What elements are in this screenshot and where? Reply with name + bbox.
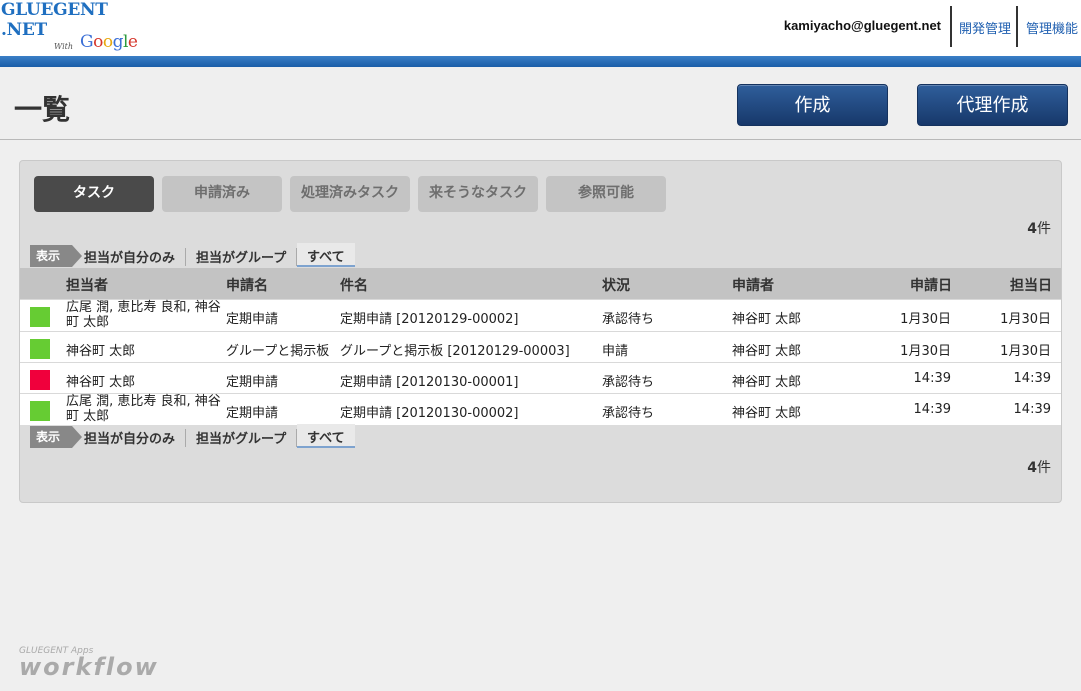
admin-link[interactable]: 管理機能 bbox=[1026, 18, 1078, 37]
workflow-logo: GLUEGENT Apps workflow bbox=[19, 646, 159, 681]
count-unit: 件 bbox=[1037, 460, 1051, 476]
google-logo-letter: o bbox=[93, 32, 103, 52]
dev-admin-link[interactable]: 開発管理 bbox=[959, 18, 1011, 37]
cell-app-name: 定期申請 bbox=[226, 312, 279, 327]
filter-group[interactable]: 担当がグループ bbox=[196, 247, 286, 266]
cell-assignee: 広尾 潤, 恵比寿 良和, 神谷町 太郎 bbox=[66, 394, 221, 424]
filter-label: 表示 bbox=[30, 245, 82, 267]
filter-bar-top: 表示 担当が自分のみ 担当がグループ すべて bbox=[30, 243, 1060, 267]
header-accent-bar bbox=[0, 56, 1081, 67]
page-title: 一覧 bbox=[14, 93, 71, 126]
cell-applicant: 神谷町 太郎 bbox=[732, 312, 802, 327]
col-subject[interactable]: 件名 bbox=[340, 275, 368, 295]
cell-status: 申請 bbox=[602, 344, 629, 359]
top-bar: GLUEGENT .NET With Google Google kamiyac… bbox=[0, 0, 1081, 56]
google-logo-letter: G bbox=[80, 32, 94, 52]
item-count: 4件 bbox=[1027, 457, 1051, 477]
cell-assigned-date: 1月30日 bbox=[1000, 312, 1051, 327]
tab-upcoming[interactable]: 来そうなタスク bbox=[418, 176, 538, 212]
table-row[interactable]: 広尾 潤, 恵比寿 良和, 神谷町 太郎 定期申請 定期申請 [20120130-0… bbox=[20, 393, 1061, 425]
cell-applicant: 神谷町 太郎 bbox=[732, 375, 802, 390]
user-email: kamiyacho@gluegent.net bbox=[783, 18, 941, 33]
filter-divider bbox=[185, 248, 186, 266]
filter-mine[interactable]: 担当が自分のみ bbox=[84, 247, 175, 266]
gluegent-logo[interactable]: GLUEGENT .NET With Google Google bbox=[1, 0, 141, 56]
google-logo-letter: g bbox=[112, 32, 124, 52]
footer-logo-big: workflow bbox=[19, 653, 159, 681]
cell-status: 承認待ち bbox=[602, 312, 655, 327]
tab-processed[interactable]: 処理済みタスク bbox=[290, 176, 410, 212]
tab-viewable[interactable]: 参照可能 bbox=[546, 176, 666, 212]
col-assignee[interactable]: 担当者 bbox=[66, 275, 108, 295]
status-indicator bbox=[30, 339, 50, 359]
task-panel: タスク 申請済み 処理済みタスク 来そうなタスク 参照可能 4件 表示 担当が自… bbox=[19, 160, 1062, 503]
create-button[interactable]: 作成 bbox=[737, 84, 888, 126]
col-status[interactable]: 状況 bbox=[602, 275, 630, 295]
status-indicator bbox=[30, 370, 50, 390]
divider bbox=[0, 139, 1081, 140]
cell-applicant: 神谷町 太郎 bbox=[732, 406, 802, 421]
table-row[interactable]: 広尾 潤, 恵比寿 良和, 神谷町 太郎 定期申請 定期申請 [20120129-0… bbox=[20, 299, 1061, 331]
header-divider bbox=[1016, 6, 1018, 47]
cell-applied-date: 1月30日 bbox=[900, 344, 951, 359]
cell-app-name: 定期申請 bbox=[226, 406, 279, 421]
header-divider bbox=[950, 6, 952, 47]
filter-all[interactable]: すべて bbox=[297, 243, 355, 267]
google-logo-letter: o bbox=[102, 32, 113, 52]
count-unit: 件 bbox=[1037, 221, 1051, 237]
cell-app-name: グループと掲示板 bbox=[226, 344, 330, 359]
cell-applied-date: 1月30日 bbox=[900, 312, 951, 327]
cell-assigned-date: 14:39 bbox=[1013, 371, 1051, 386]
status-indicator bbox=[30, 307, 50, 327]
col-assigned-date[interactable]: 担当日 bbox=[1010, 275, 1052, 295]
filter-bar-bottom: 表示 担当が自分のみ 担当がグループ すべて bbox=[30, 424, 1060, 448]
task-table: 担当者 申請名 件名 状況 申請者 申請日 担当日 広尾 潤, 恵比寿 良和, … bbox=[20, 268, 1061, 425]
cell-assignee: 広尾 潤, 恵比寿 良和, 神谷町 太郎 bbox=[66, 300, 221, 330]
cell-applied-date: 14:39 bbox=[913, 371, 951, 386]
cell-status: 承認待ち bbox=[602, 406, 655, 421]
status-indicator bbox=[30, 401, 50, 421]
item-count: 4件 bbox=[1027, 218, 1051, 238]
cell-status: 承認待ち bbox=[602, 375, 655, 390]
cell-assignee: 神谷町 太郎 bbox=[66, 344, 136, 359]
table-row[interactable]: 神谷町 太郎 グループと掲示板 グループと掲示板 [20120129-00003] 申… bbox=[20, 331, 1061, 362]
cell-subject[interactable]: グループと掲示板 [20120129-00003] bbox=[340, 340, 570, 359]
filter-mine[interactable]: 担当が自分のみ bbox=[84, 428, 175, 447]
proxy-create-button[interactable]: 代理作成 bbox=[917, 84, 1068, 126]
cell-subject[interactable]: 定期申請 [20120129-00002] bbox=[340, 308, 519, 327]
filter-all[interactable]: すべて bbox=[297, 424, 355, 448]
table-header: 担当者 申請名 件名 状況 申請者 申請日 担当日 bbox=[20, 268, 1061, 299]
filter-label: 表示 bbox=[30, 426, 82, 448]
count-number: 4 bbox=[1027, 221, 1037, 237]
google-logo: Google Google bbox=[80, 32, 138, 52]
table-row[interactable]: 神谷町 太郎 定期申請 定期申請 [20120130-00001] 承認待ち 神谷町 太… bbox=[20, 362, 1061, 393]
table-body: 広尾 潤, 恵比寿 良和, 神谷町 太郎 定期申請 定期申請 [20120129-0… bbox=[20, 299, 1061, 425]
tab-submitted[interactable]: 申請済み bbox=[162, 176, 282, 212]
filter-divider bbox=[185, 429, 186, 447]
tab-tasks[interactable]: タスク bbox=[34, 176, 154, 212]
cell-applied-date: 14:39 bbox=[913, 402, 951, 417]
cell-applicant: 神谷町 太郎 bbox=[732, 344, 802, 359]
filter-group[interactable]: 担当がグループ bbox=[196, 428, 286, 447]
cell-assigned-date: 14:39 bbox=[1013, 402, 1051, 417]
col-applied-date[interactable]: 申請日 bbox=[910, 275, 952, 295]
logo-with: With bbox=[54, 42, 74, 51]
cell-subject[interactable]: 定期申請 [20120130-00002] bbox=[340, 402, 519, 421]
col-app-name[interactable]: 申請名 bbox=[226, 275, 268, 295]
count-number: 4 bbox=[1027, 460, 1037, 476]
logo-line-1: GLUEGENT bbox=[1, 0, 108, 20]
cell-subject[interactable]: 定期申請 [20120130-00001] bbox=[340, 371, 519, 390]
cell-app-name: 定期申請 bbox=[226, 375, 279, 390]
cell-assignee: 神谷町 太郎 bbox=[66, 375, 136, 390]
cell-assigned-date: 1月30日 bbox=[1000, 344, 1051, 359]
google-logo-letter: e bbox=[127, 32, 138, 52]
col-applicant[interactable]: 申請者 bbox=[732, 275, 774, 295]
